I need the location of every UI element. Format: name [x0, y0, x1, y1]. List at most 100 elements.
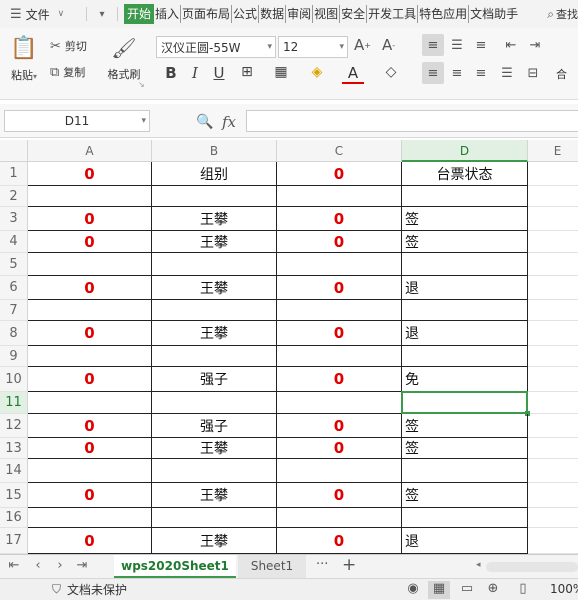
cell-b-5[interactable] — [152, 253, 277, 276]
cell-e-15[interactable] — [528, 483, 578, 508]
cell-b-10[interactable]: 强子 — [152, 367, 277, 392]
cell-d-7[interactable] — [402, 300, 528, 321]
cell-c-2[interactable] — [277, 186, 402, 207]
cell-c-16[interactable] — [277, 508, 402, 528]
cell-b-16[interactable] — [152, 508, 277, 528]
cell-c-11[interactable] — [277, 392, 402, 414]
column-header-e[interactable]: E — [528, 140, 578, 162]
cell-e-12[interactable] — [528, 414, 578, 438]
cell-b-6[interactable]: 王攀 — [152, 276, 277, 300]
row-header[interactable]: 2 — [0, 186, 28, 207]
cell-e-5[interactable] — [528, 253, 578, 276]
tab-formulas[interactable]: 公式 — [232, 4, 258, 24]
cell-a-15[interactable]: 0 — [28, 483, 152, 508]
zoom-search-icon[interactable]: 🔍 — [196, 114, 213, 130]
align-left-icon[interactable]: ≡ — [422, 62, 444, 84]
cell-d-11[interactable] — [402, 392, 528, 414]
cell-b-8[interactable]: 王攀 — [152, 321, 277, 346]
cell-b-7[interactable] — [152, 300, 277, 321]
cell-c-3[interactable]: 0 — [277, 207, 402, 231]
cell-a-11[interactable] — [28, 392, 152, 414]
page-break-view-icon[interactable]: ⊕ — [482, 581, 504, 599]
italic-button[interactable]: I — [184, 64, 206, 84]
row-header[interactable]: 15 — [0, 483, 28, 508]
cell-b-14[interactable] — [152, 459, 277, 483]
add-sheet-button[interactable]: + — [342, 555, 356, 575]
cell-d-13[interactable]: 签 — [402, 438, 528, 459]
cell-d-6[interactable]: 退 — [402, 276, 528, 300]
column-header-a[interactable]: A — [28, 140, 152, 162]
cell-e-2[interactable] — [528, 186, 578, 207]
cell-c-5[interactable] — [277, 253, 402, 276]
decrease-indent-icon[interactable]: ⇤ — [500, 34, 522, 56]
cell-e-1[interactable] — [528, 162, 578, 186]
row-header[interactable]: 11 — [0, 392, 28, 414]
align-bottom-icon[interactable]: ≡ — [470, 34, 492, 56]
row-header[interactable]: 4 — [0, 231, 28, 253]
font-name-select[interactable]: 汉仪正圆-55W ▾ — [156, 36, 276, 58]
font-color-icon[interactable]: A — [342, 64, 364, 84]
last-sheet-icon[interactable]: ⇥ — [74, 558, 90, 573]
row-header[interactable]: 3 — [0, 207, 28, 231]
column-header-b[interactable]: B — [152, 140, 277, 162]
cell-e-17[interactable] — [528, 528, 578, 554]
cell-c-7[interactable] — [277, 300, 402, 321]
row-header[interactable]: 9 — [0, 346, 28, 367]
underline-button[interactable]: U — [208, 64, 230, 84]
cell-c-17[interactable]: 0 — [277, 528, 402, 554]
cell-d-17[interactable]: 退 — [402, 528, 528, 554]
protection-status[interactable]: 文档未保护 — [67, 581, 127, 598]
cell-b-3[interactable]: 王攀 — [152, 207, 277, 231]
first-sheet-icon[interactable]: ⇤ — [6, 558, 22, 573]
tab-home[interactable]: 开始 — [124, 4, 155, 24]
cell-e-16[interactable] — [528, 508, 578, 528]
row-header[interactable]: 10 — [0, 367, 28, 392]
cell-d-8[interactable]: 退 — [402, 321, 528, 346]
font-size-select[interactable]: 12 ▾ — [278, 36, 348, 58]
cell-b-15[interactable]: 王攀 — [152, 483, 277, 508]
align-right-icon[interactable]: ≡ — [470, 62, 492, 84]
align-middle-icon[interactable]: ☰ — [446, 34, 468, 56]
select-all-corner[interactable] — [0, 140, 28, 162]
normal-view-icon[interactable]: ▦ — [428, 581, 450, 599]
copy-button[interactable]: ⧉ 复制 — [50, 64, 85, 80]
grow-font-icon[interactable]: A + — [354, 36, 371, 54]
row-header[interactable]: 6 — [0, 276, 28, 300]
cell-b-9[interactable] — [152, 346, 277, 367]
tab-review[interactable]: 审阅 — [286, 4, 312, 24]
row-header[interactable]: 5 — [0, 253, 28, 276]
cell-d-5[interactable] — [402, 253, 528, 276]
row-header[interactable]: 8 — [0, 321, 28, 346]
cell-c-15[interactable]: 0 — [277, 483, 402, 508]
reading-view-icon[interactable]: ▯ — [512, 581, 534, 599]
cell-d-12[interactable]: 签 — [402, 414, 528, 438]
fill-pattern-icon[interactable]: ▦ — [270, 64, 292, 84]
sheet-tab-wps2020sheet1[interactable]: wps2020Sheet1 — [114, 555, 236, 578]
cell-a-12[interactable]: 0 — [28, 414, 152, 438]
cell-e-4[interactable] — [528, 231, 578, 253]
cell-d-4[interactable]: 签 — [402, 231, 528, 253]
tab-view[interactable]: 视图 — [313, 4, 339, 24]
cell-d-16[interactable] — [402, 508, 528, 528]
increase-indent-icon[interactable]: ⇥ — [524, 34, 546, 56]
cell-c-4[interactable]: 0 — [277, 231, 402, 253]
cell-a-6[interactable]: 0 — [28, 276, 152, 300]
tab-page-layout[interactable]: 页面布局 — [181, 4, 231, 24]
fx-icon[interactable]: fx — [222, 113, 236, 131]
cell-c-14[interactable] — [277, 459, 402, 483]
cell-d-3[interactable]: 签 — [402, 207, 528, 231]
cell-a-4[interactable]: 0 — [28, 231, 152, 253]
cell-e-14[interactable] — [528, 459, 578, 483]
cell-d-14[interactable] — [402, 459, 528, 483]
tab-insert[interactable]: 插入 — [154, 4, 180, 24]
column-header-c[interactable]: C — [277, 140, 402, 162]
group-expander-icon[interactable]: ↘ — [138, 80, 145, 89]
zoom-level[interactable]: 100% — [550, 582, 578, 596]
cell-e-7[interactable] — [528, 300, 578, 321]
row-header[interactable]: 12 — [0, 414, 28, 438]
cell-c-6[interactable]: 0 — [277, 276, 402, 300]
bold-button[interactable]: B — [160, 64, 182, 84]
cell-e-11[interactable] — [528, 392, 578, 414]
cell-e-9[interactable] — [528, 346, 578, 367]
prev-sheet-icon[interactable]: ‹ — [30, 558, 46, 573]
